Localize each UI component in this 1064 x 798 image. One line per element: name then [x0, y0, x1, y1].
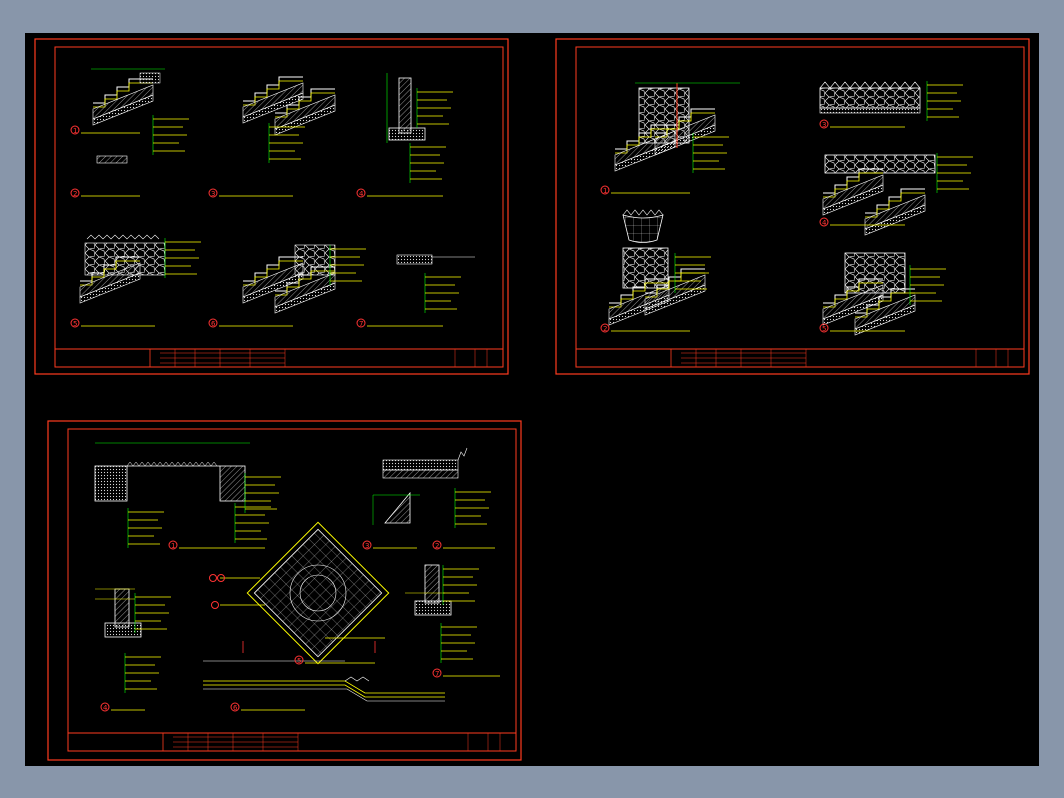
sheet2-label-2: 2: [600, 323, 690, 333]
svg-text:5: 5: [822, 325, 826, 333]
svg-text:4: 4: [822, 219, 827, 227]
sheet1-detail-5[interactable]: [79, 234, 202, 304]
sheet1-detail-1[interactable]: [91, 68, 190, 156]
sheet-3[interactable]: 1 2 3 4 5 6 7: [47, 420, 522, 761]
svg-text:6: 6: [233, 704, 238, 712]
svg-text:6: 6: [211, 320, 216, 328]
svg-text:4: 4: [359, 190, 364, 198]
sheet2-detail-3[interactable]: [819, 80, 964, 122]
svg-text:2: 2: [603, 325, 607, 333]
sheet1-label-5: 5: [70, 318, 155, 328]
sheet3-label-4: 4: [100, 702, 145, 712]
sheet1-label-7: 7: [356, 318, 443, 328]
sheet1-detail-7[interactable]: [396, 254, 475, 314]
sheet3-detail-1[interactable]: [94, 442, 282, 549]
sheet-1[interactable]: 1 2 3 4 5 6 7: [34, 38, 509, 375]
svg-text:7: 7: [435, 670, 439, 678]
sheet2-detail-1[interactable]: [614, 82, 740, 174]
sheet3-label-6: 6: [230, 702, 305, 712]
sheet2-label-3: 3: [819, 119, 905, 129]
svg-text:1: 1: [603, 187, 607, 195]
svg-text:4: 4: [103, 704, 108, 712]
svg-text:7: 7: [359, 320, 363, 328]
svg-text:2: 2: [73, 190, 77, 198]
sheet1-detail-6[interactable]: [242, 244, 367, 314]
sheet3-label-2: 2: [432, 540, 495, 550]
svg-text:3: 3: [822, 121, 826, 129]
sheet1-detail-2[interactable]: [96, 155, 128, 164]
sheet2-detail-4[interactable]: [822, 152, 974, 236]
sheet3-label-1: 1: [168, 540, 265, 550]
sheet1-label-3: 3: [208, 188, 293, 198]
svg-text:3: 3: [211, 190, 215, 198]
sheet-1-title-block: [55, 348, 503, 367]
sheet1-label-2: 2: [70, 188, 140, 198]
sheet3-label-7: 7: [432, 668, 500, 678]
sheet3-detail-7[interactable]: [405, 564, 480, 664]
cad-model-space[interactable]: 1 2 3 4 5 6 7 1 2 3 4 5 1 2 3 4 5 6 7: [25, 33, 1039, 766]
sheet3-detail-4[interactable]: [95, 588, 172, 694]
sheet3-detail-3[interactable]: [372, 491, 420, 525]
svg-text:1: 1: [73, 127, 77, 135]
sheet3-label-3: 3: [362, 540, 417, 550]
svg-text:5: 5: [297, 657, 301, 665]
sheet-2[interactable]: 1 2 3 4 5: [555, 38, 1030, 375]
sheet3-label-5: 5: [294, 655, 375, 665]
svg-text:2: 2: [435, 542, 439, 550]
sheet-3-title-block: [68, 732, 516, 751]
sheet3-detail-5[interactable]: [209, 521, 390, 665]
sheet1-label-4: 4: [356, 188, 443, 198]
sheet1-label-6: 6: [208, 318, 293, 328]
sheet2-detail-5[interactable]: [822, 252, 947, 336]
sheet1-detail-3[interactable]: [242, 76, 336, 164]
sheet2-detail-2[interactable]: [608, 209, 712, 326]
svg-text:3: 3: [365, 542, 369, 550]
sheet1-detail-4[interactable]: [386, 73, 454, 184]
sheet2-label-1: 1: [600, 185, 690, 195]
sheet-2-title-block: [576, 348, 1024, 367]
svg-text:5: 5: [73, 320, 77, 328]
sheet-2-outer-frame: [555, 38, 1030, 375]
sheet1-label-1: 1: [70, 125, 140, 135]
svg-text:1: 1: [171, 542, 175, 550]
drawing-svg[interactable]: 1 2 3 4 5 6 7 1 2 3 4 5 1 2 3 4 5 6 7: [25, 33, 1039, 766]
